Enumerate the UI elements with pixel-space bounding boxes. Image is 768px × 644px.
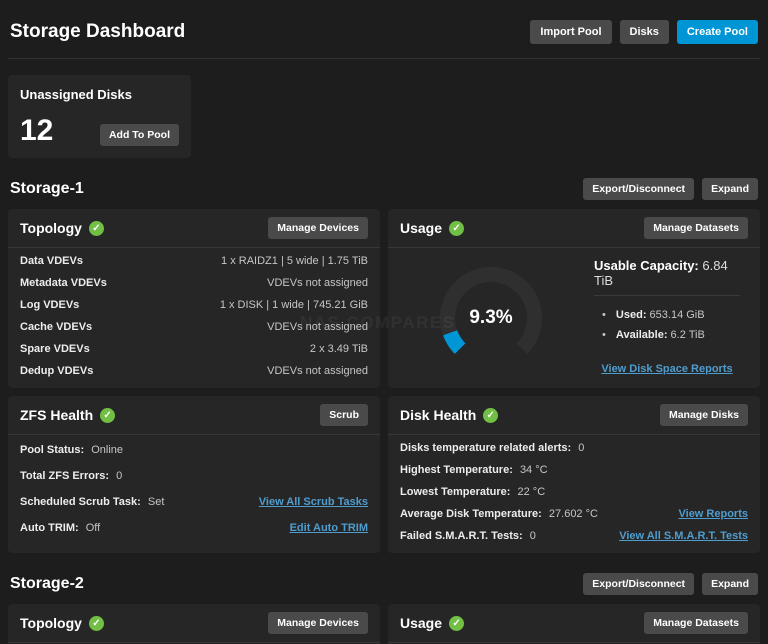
import-pool-button[interactable]: Import Pool (530, 20, 611, 44)
expand-button[interactable]: Expand (702, 178, 758, 200)
manage-devices-button[interactable]: Manage Devices (268, 612, 368, 634)
zfs-health-row: Scheduled Scrub Task: Set View All Scrub… (20, 489, 368, 515)
manage-disks-button[interactable]: Manage Disks (660, 404, 748, 426)
topology-card: Topology ✓ Manage Devices Data VDEVs 1 x… (8, 209, 380, 388)
topology-card-title: Topology ✓ (20, 220, 104, 236)
disk-health-row: Average Disk Temperature: 27.602 °C View… (400, 503, 748, 525)
pool-name: Storage-1 (10, 180, 84, 198)
healthy-check-icon: ✓ (89, 616, 104, 631)
usage-gauge: 9.3% (440, 267, 542, 369)
view-all-smart-tests-link[interactable]: View All S.M.A.R.T. Tests (619, 530, 748, 542)
unassigned-disks-title: Unassigned Disks (20, 87, 179, 102)
usage-card: Usage ✓ Manage Datasets 9.3% Usable Capa… (388, 209, 760, 388)
topology-card: Topology ✓ Manage Devices Data VDEVs 1 x… (8, 604, 380, 644)
topology-row: Log VDEVs 1 x DISK | 1 wide | 745.21 GiB (20, 294, 368, 316)
topology-row: Metadata VDEVs VDEVs not assigned (20, 272, 368, 294)
usage-percent: 9.3% (469, 307, 512, 329)
page-title: Storage Dashboard (10, 21, 185, 43)
healthy-check-icon: ✓ (100, 408, 115, 423)
edit-auto-trim-link[interactable]: Edit Auto TRIM (290, 522, 368, 534)
healthy-check-icon: ✓ (449, 221, 464, 236)
page-header: Storage Dashboard Import Pool Disks Crea… (8, 0, 760, 59)
pool-cards-storage-2: Topology ✓ Manage Devices Data VDEVs 1 x… (8, 604, 760, 644)
disk-health-row: Lowest Temperature: 22 °C (400, 481, 748, 503)
used-stat: Used: 653.14 GiB (594, 305, 740, 325)
disk-health-row: Highest Temperature: 34 °C (400, 459, 748, 481)
disk-health-card: Disk Health ✓ Manage Disks Disks tempera… (388, 396, 760, 553)
zfs-health-row: Auto TRIM: Off Edit Auto TRIM (20, 515, 368, 541)
topology-card-title: Topology ✓ (20, 615, 104, 631)
storage-dashboard-page: Storage Dashboard Import Pool Disks Crea… (0, 0, 768, 644)
pool-section-header-storage-2: Storage-2 Export/Disconnect Expand (8, 573, 760, 595)
unassigned-disks-card: Unassigned Disks 12 Add To Pool (8, 75, 191, 158)
header-actions: Import Pool Disks Create Pool (530, 20, 758, 44)
healthy-check-icon: ✓ (89, 221, 104, 236)
zfs-health-row: Total ZFS Errors: 0 (20, 463, 368, 489)
usage-card: Usage ✓ Manage Datasets 2.5% Usable Capa… (388, 604, 760, 644)
view-all-scrub-tasks-link[interactable]: View All Scrub Tasks (259, 496, 368, 508)
manage-datasets-button[interactable]: Manage Datasets (644, 217, 748, 239)
unassigned-disks-count: 12 (20, 116, 53, 146)
manage-datasets-button[interactable]: Manage Datasets (644, 612, 748, 634)
disk-health-row: Failed S.M.A.R.T. Tests: 0 View All S.M.… (400, 525, 748, 547)
disks-button[interactable]: Disks (620, 20, 669, 44)
export-disconnect-button[interactable]: Export/Disconnect (583, 178, 694, 200)
view-disk-space-reports-link[interactable]: View Disk Space Reports (601, 363, 732, 375)
pool-cards-storage-1: Topology ✓ Manage Devices Data VDEVs 1 x… (8, 209, 760, 553)
export-disconnect-button[interactable]: Export/Disconnect (583, 573, 694, 595)
usage-card-title: Usage ✓ (400, 220, 464, 236)
pool-section-header-storage-1: Storage-1 Export/Disconnect Expand (8, 178, 760, 200)
usage-card-title: Usage ✓ (400, 615, 464, 631)
topology-row: Dedup VDEVs VDEVs not assigned (20, 360, 368, 382)
expand-button[interactable]: Expand (702, 573, 758, 595)
disk-health-card-title: Disk Health ✓ (400, 407, 498, 423)
zfs-health-card-title: ZFS Health ✓ (20, 407, 115, 423)
scrub-button[interactable]: Scrub (320, 404, 368, 426)
topology-row: Data VDEVs 1 x RAIDZ1 | 5 wide | 1.75 Ti… (20, 250, 368, 272)
manage-devices-button[interactable]: Manage Devices (268, 217, 368, 239)
topology-row: Spare VDEVs 2 x 3.49 TiB (20, 338, 368, 360)
pool-name: Storage-2 (10, 575, 84, 593)
available-stat: Available: 6.2 TiB (594, 325, 740, 345)
view-reports-link[interactable]: View Reports (679, 508, 749, 520)
usable-capacity: Usable Capacity: 6.84 TiB (594, 258, 740, 296)
create-pool-button[interactable]: Create Pool (677, 20, 758, 44)
zfs-health-row: Pool Status: Online (20, 437, 368, 463)
healthy-check-icon: ✓ (483, 408, 498, 423)
healthy-check-icon: ✓ (449, 616, 464, 631)
disk-health-row: Disks temperature related alerts: 0 (400, 437, 748, 459)
topology-row: Cache VDEVs VDEVs not assigned (20, 316, 368, 338)
add-to-pool-button[interactable]: Add To Pool (100, 124, 179, 146)
zfs-health-card: ZFS Health ✓ Scrub Pool Status: Online T… (8, 396, 380, 553)
